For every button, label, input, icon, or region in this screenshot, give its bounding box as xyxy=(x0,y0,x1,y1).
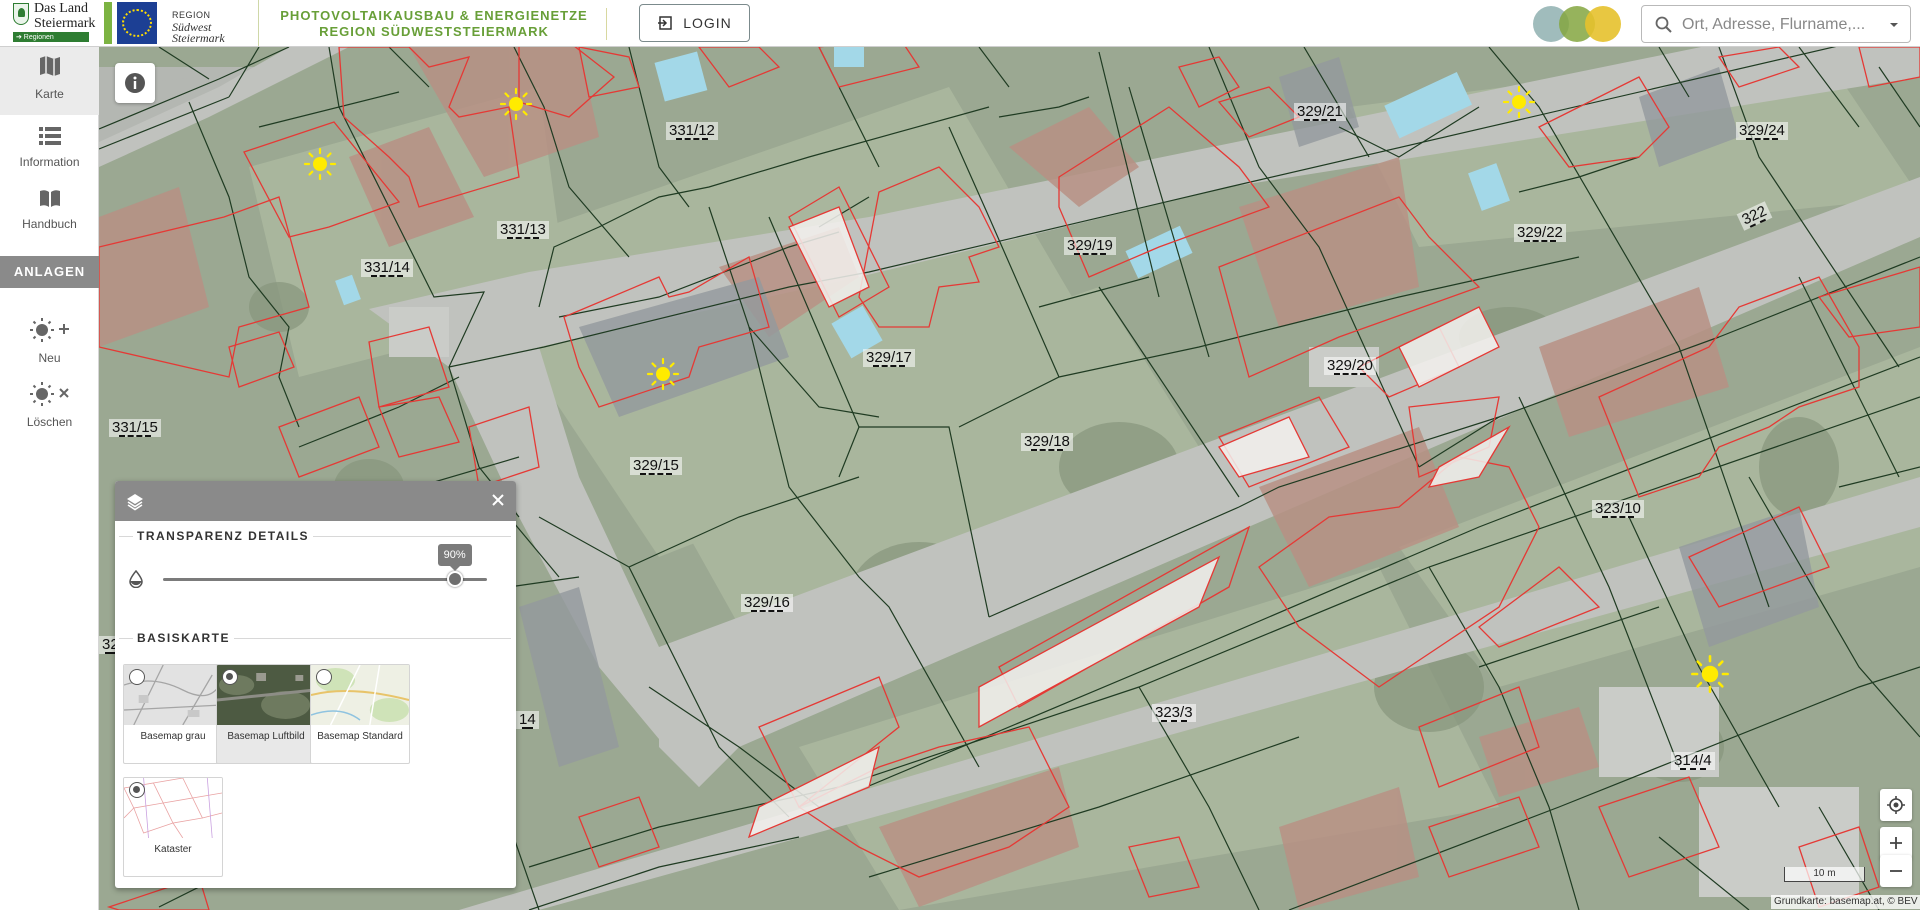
app-title-line1: PHOTOVOLTAIKAUSBAU & ENERGIENETZE xyxy=(280,8,588,23)
book-icon xyxy=(39,190,60,207)
parcel-label: 323/10 xyxy=(1592,500,1644,518)
steiermark-crest-icon xyxy=(13,3,29,25)
app-title-line2: REGION SÜDWESTSTEIERMARK xyxy=(319,24,549,39)
basemap-option-grau[interactable]: Basemap grau xyxy=(123,664,223,764)
anlage-neu-label: Neu xyxy=(38,351,61,365)
sun-remove-icon xyxy=(29,382,69,406)
search-input[interactable] xyxy=(1682,13,1882,37)
list-icon xyxy=(38,127,61,145)
parcel-label: 329/17 xyxy=(863,349,915,367)
land-steiermark-logo[interactable]: Das Land Steiermark ➔ Regionen xyxy=(10,1,96,45)
anlage-loeschen-button[interactable]: Löschen xyxy=(0,381,99,441)
layer-panel: TRANSPARENZ DETAILS 90% BASISKARTE Basem… xyxy=(115,481,516,888)
logo-green-bar xyxy=(104,2,112,44)
header: Das Land Steiermark ➔ Regionen REGION Sü… xyxy=(0,0,1920,47)
parcel-label: 329/18 xyxy=(1021,433,1073,451)
parcel-label: 329/15 xyxy=(630,457,682,475)
map-icon xyxy=(39,56,60,76)
parcel-label: 329/20 xyxy=(1324,357,1376,375)
parcel-label: 14 xyxy=(516,711,539,729)
pv-sun-marker-icon[interactable] xyxy=(499,87,533,121)
anlage-loeschen-label: Löschen xyxy=(26,415,73,429)
pv-sun-marker-icon[interactable] xyxy=(303,147,337,181)
sidebar: Karte Information Handbuch ANLAGEN Neu L… xyxy=(0,47,99,910)
app-title: PHOTOVOLTAIKAUSBAU & ENERGIENETZE REGION… xyxy=(262,8,607,40)
sidebar-item-label: Handbuch xyxy=(22,217,77,231)
minus-icon xyxy=(1890,870,1902,872)
sidebar-item-handbuch[interactable]: Handbuch xyxy=(0,185,99,241)
logo-region-line1: REGION xyxy=(172,10,211,20)
basemap-option-luftbild[interactable]: Basemap Luftbild xyxy=(216,664,316,764)
basemap-radio[interactable] xyxy=(316,669,332,685)
map-scale-bar: 10 m xyxy=(1784,867,1865,882)
parcel-label: 331/12 xyxy=(666,122,718,140)
opacity-drop-icon xyxy=(129,570,143,588)
logo-region-line3: Steiermark xyxy=(172,31,225,45)
parcel-label: 331/15 xyxy=(109,419,161,437)
zoom-out-button[interactable] xyxy=(1880,855,1912,887)
energy-circles-logo xyxy=(1533,6,1625,42)
map-attribution: Grundkarte: basemap.at, © BEV xyxy=(1771,895,1920,909)
logo-land-line1: Das Land xyxy=(34,1,89,16)
eu-flag-icon xyxy=(117,2,157,44)
pv-sun-marker-icon[interactable] xyxy=(1502,85,1536,119)
login-label: LOGIN xyxy=(683,15,732,31)
basemap-label: Kataster xyxy=(154,844,192,855)
sidebar-item-label: Karte xyxy=(35,87,64,101)
parcel-label: 329/21 xyxy=(1294,103,1346,121)
transparency-section-title: TRANSPARENZ DETAILS xyxy=(133,529,314,543)
transparency-value-tooltip: 90% xyxy=(437,544,472,571)
plus-icon xyxy=(1890,837,1902,849)
crosshair-icon xyxy=(1887,796,1905,814)
info-icon xyxy=(125,73,145,93)
basemap-radio[interactable] xyxy=(222,669,238,685)
parcel-label: 331/13 xyxy=(497,221,549,239)
anlage-neu-button[interactable]: Neu xyxy=(0,317,99,377)
logo-land-line2: Steiermark xyxy=(34,16,96,31)
login-icon xyxy=(658,16,672,30)
sun-plus-icon xyxy=(29,318,69,342)
basemap-option-standard[interactable]: Basemap Standard xyxy=(310,664,410,764)
chevron-down-icon[interactable] xyxy=(1888,19,1900,31)
circle-icon xyxy=(1585,6,1621,42)
section-anlagen-header: ANLAGEN xyxy=(0,256,99,288)
parcel-label: 331/14 xyxy=(361,259,413,277)
basemap-section-title: BASISKARTE xyxy=(133,631,235,645)
parcel-label: 323/3 xyxy=(1152,704,1196,722)
parcel-label: 329/19 xyxy=(1064,237,1116,255)
search-icon xyxy=(1655,16,1672,33)
basemap-label: Basemap Luftbild xyxy=(227,731,305,742)
pv-sun-marker-icon[interactable] xyxy=(646,357,680,391)
parcel-label: 329/24 xyxy=(1736,122,1788,140)
transparency-slider[interactable] xyxy=(163,578,487,581)
close-icon[interactable] xyxy=(490,492,506,508)
parcel-label: 329/16 xyxy=(741,594,793,612)
parcel-label: 329/22 xyxy=(1514,224,1566,242)
basemap-label: Basemap grau xyxy=(140,731,206,742)
layers-icon xyxy=(127,494,143,511)
basemap-radio[interactable] xyxy=(129,669,145,685)
basemap-radio[interactable] xyxy=(129,782,145,798)
sidebar-item-label: Information xyxy=(19,155,80,169)
pv-sun-marker-icon[interactable] xyxy=(1690,654,1730,694)
sidebar-item-karte[interactable]: Karte xyxy=(0,47,99,115)
locate-me-button[interactable] xyxy=(1880,789,1912,821)
map-info-button[interactable] xyxy=(115,63,155,103)
parcel-label: 314/4 xyxy=(1671,752,1715,770)
basemap-label: Basemap Standard xyxy=(317,731,403,742)
location-search[interactable] xyxy=(1641,5,1911,43)
layer-panel-header xyxy=(115,481,516,521)
logo-land-line3: ➔ Regionen xyxy=(13,32,89,42)
basemap-option-kataster[interactable]: Kataster xyxy=(123,777,223,877)
region-suedwest-logo[interactable]: REGION Südwest Steiermark xyxy=(104,0,259,46)
login-button[interactable]: LOGIN xyxy=(639,4,750,42)
sidebar-item-information[interactable]: Information xyxy=(0,121,99,181)
